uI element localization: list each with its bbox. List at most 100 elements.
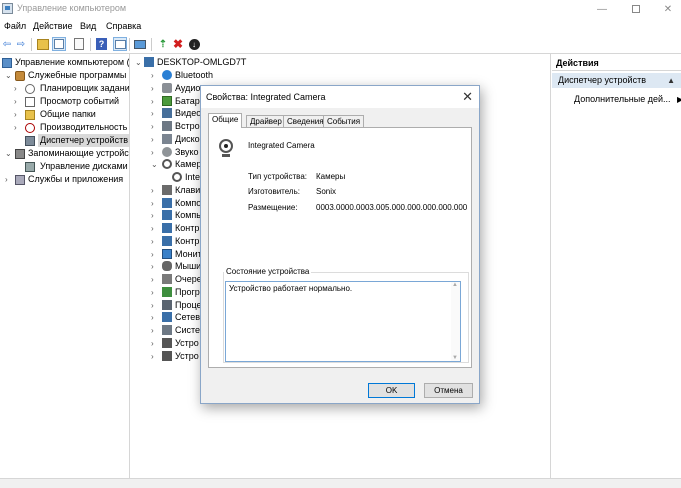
chevron-right-icon[interactable]: ›	[151, 248, 159, 261]
device-status-textbox[interactable]: Устройство работает нормально. ▲ ▼	[225, 281, 461, 362]
device-category-item[interactable]: › Проце	[131, 299, 211, 312]
update-driver-icon[interactable]: ⇡	[156, 37, 170, 51]
properties-icon[interactable]	[72, 37, 86, 51]
device-category-item[interactable]: › Bluetooth	[131, 69, 213, 82]
device-category-item[interactable]: › Систе	[131, 324, 211, 337]
chevron-right-icon[interactable]: ›	[5, 173, 13, 186]
chevron-down-icon[interactable]: ⌄	[5, 69, 13, 82]
tree-item-task-scheduler[interactable]: › Планировщик заданий	[0, 82, 129, 95]
device-category-item[interactable]: › Устро	[131, 337, 211, 350]
device-category-item[interactable]: › Диско	[131, 133, 211, 146]
chevron-right-icon[interactable]: ›	[14, 82, 22, 95]
tree-item-storage[interactable]: ⌄ Запоминающие устройств	[0, 147, 129, 160]
device-category-item[interactable]: › Контр	[131, 222, 211, 235]
tab-details[interactable]: Сведения	[283, 115, 328, 127]
device-category-item[interactable]: › Прогр	[131, 286, 211, 299]
chevron-right-icon[interactable]: ›	[151, 184, 159, 197]
device-category-label: Клави	[175, 184, 201, 195]
close-window-button[interactable]: ✕	[651, 0, 681, 18]
menu-view[interactable]: Вид	[80, 21, 96, 31]
minimize-button[interactable]: —	[585, 0, 619, 18]
chevron-right-icon[interactable]: ›	[151, 273, 159, 286]
chevron-right-icon[interactable]: ›	[151, 222, 159, 235]
maximize-button[interactable]	[619, 0, 653, 18]
device-category-item[interactable]: › Устро	[131, 350, 211, 363]
uninstall-device-icon[interactable]: ✖	[171, 37, 185, 51]
chevron-right-icon[interactable]: ›	[151, 311, 159, 324]
tab-general[interactable]: Общие	[208, 113, 243, 128]
chevron-right-icon[interactable]: ›	[151, 82, 159, 95]
chevron-right-icon[interactable]: ›	[151, 146, 159, 159]
status-scrollbar[interactable]: ▲ ▼	[451, 282, 460, 361]
device-category-item[interactable]: › Клави	[131, 184, 211, 197]
device-status-group: Состояние устройства Устройство работает…	[223, 267, 469, 363]
device-category-item[interactable]: › Видео	[131, 107, 211, 120]
scan-hardware-icon[interactable]	[133, 37, 147, 51]
device-category-item[interactable]: › Компь	[131, 209, 211, 222]
chevron-right-icon[interactable]: ›	[151, 197, 159, 210]
install-icon[interactable]	[187, 37, 201, 51]
tree-item-disk-management[interactable]: Управление дисками	[0, 160, 129, 173]
device-tree-root[interactable]: ⌄ DESKTOP-OMLGD7T	[135, 56, 335, 69]
chevron-right-icon[interactable]: ›	[151, 299, 159, 312]
menu-help[interactable]: Справка	[106, 21, 141, 31]
device-category-item[interactable]: › Монит	[131, 248, 211, 261]
forward-arrow-icon[interactable]: ⇨	[14, 37, 28, 51]
tree-item-performance[interactable]: › Производительность	[0, 121, 129, 134]
up-folder-icon[interactable]	[36, 37, 50, 51]
view-icon[interactable]	[113, 37, 127, 51]
menu-file[interactable]: Файл	[4, 21, 26, 31]
chevron-right-icon[interactable]: ›	[151, 107, 159, 120]
chevron-right-icon[interactable]: ›	[151, 286, 159, 299]
chevron-right-icon[interactable]: ›	[151, 337, 159, 350]
device-category-item[interactable]: › Очере	[131, 273, 211, 286]
chevron-right-icon[interactable]: ›	[151, 95, 159, 108]
chevron-right-icon[interactable]: ›	[151, 133, 159, 146]
tab-events[interactable]: События	[323, 115, 365, 127]
show-hide-tree-icon[interactable]	[52, 37, 66, 51]
chevron-down-icon[interactable]: ⌄	[5, 147, 13, 160]
chevron-right-icon[interactable]: ›	[151, 235, 159, 248]
scroll-up-icon[interactable]: ▲	[452, 282, 458, 288]
tree-item-services-apps[interactable]: › Службы и приложения	[0, 173, 129, 186]
actions-more[interactable]: Дополнительные дей... ▶	[574, 93, 681, 106]
chevron-right-icon[interactable]: ›	[151, 324, 159, 337]
chevron-right-icon[interactable]: ›	[151, 69, 159, 82]
properties-dialog: Свойства: Integrated Camera ✕ Общие Драй…	[200, 85, 480, 404]
tree-item-device-manager[interactable]: Диспетчер устройств	[0, 134, 129, 147]
device-category-item[interactable]: › Звуко	[131, 146, 211, 159]
tree-item-shared-folders[interactable]: › Общие папки	[0, 108, 129, 121]
chevron-right-icon[interactable]: ›	[151, 350, 159, 363]
device-category-item[interactable]: ⌄ Камер	[131, 158, 211, 171]
device-category-item[interactable]: › Компо	[131, 197, 211, 210]
menu-action[interactable]: Действие	[33, 21, 73, 31]
device-category-item[interactable]: › Аудио	[131, 82, 211, 95]
cancel-button[interactable]: Отмена	[424, 383, 473, 398]
device-category-item[interactable]: › Мыши	[131, 260, 211, 273]
toolbar-separator	[31, 38, 32, 51]
device-category-item[interactable]: Inte	[131, 171, 211, 184]
back-arrow-icon[interactable]: ⇦	[0, 37, 14, 51]
tree-item-system-tools[interactable]: ⌄ Служебные программы	[0, 69, 129, 82]
actions-section-device-manager[interactable]: Диспетчер устройств ▲	[552, 73, 681, 88]
chevron-right-icon[interactable]: ›	[151, 209, 159, 222]
chevron-right-icon[interactable]: ›	[151, 260, 159, 273]
ok-button[interactable]: OK	[368, 383, 415, 398]
chevron-right-icon[interactable]: ›	[14, 108, 22, 121]
chevron-right-icon[interactable]: ›	[151, 120, 159, 133]
tree-item-event-viewer[interactable]: › Просмотр событий	[0, 95, 129, 108]
chevron-down-icon[interactable]: ⌄	[135, 56, 143, 69]
scroll-down-icon[interactable]: ▼	[452, 355, 458, 361]
collapse-up-icon[interactable]: ▲	[667, 73, 675, 88]
chevron-right-icon[interactable]: ›	[14, 121, 22, 134]
tree-root[interactable]: Управление компьютером (л	[2, 56, 129, 69]
device-category-item[interactable]: › Контр	[131, 235, 211, 248]
dialog-close-button[interactable]: ✕	[462, 89, 473, 105]
tab-driver[interactable]: Драйвер	[246, 115, 286, 127]
device-category-item[interactable]: › Батаре	[131, 95, 211, 108]
chevron-down-icon[interactable]: ⌄	[151, 158, 159, 171]
chevron-right-icon[interactable]: ›	[14, 95, 22, 108]
device-category-item[interactable]: › Встрое	[131, 120, 211, 133]
device-category-item[interactable]: › Сетев	[131, 311, 211, 324]
help-icon[interactable]: ?	[96, 38, 107, 50]
